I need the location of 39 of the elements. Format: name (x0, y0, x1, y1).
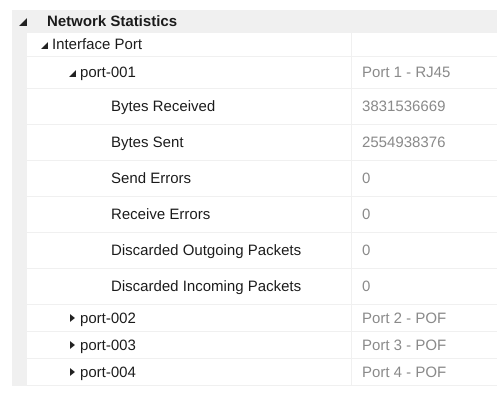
property-row[interactable]: Discarded Incoming Packets 0 (27, 269, 497, 305)
property-name[interactable]: port-004 (80, 364, 136, 380)
property-name[interactable]: Interface Port (52, 36, 142, 53)
property-value: 0 (362, 278, 370, 295)
property-row[interactable]: port-001 Port 1 - RJ45 (27, 57, 497, 89)
property-row[interactable]: Send Errors 0 (27, 161, 497, 197)
property-value: Port 3 - POF (362, 336, 446, 354)
collapse-icon[interactable] (41, 40, 48, 48)
property-name[interactable]: port-001 (80, 64, 136, 81)
property-value: 2554938376 (362, 134, 446, 151)
expand-icon[interactable] (69, 314, 76, 322)
property-row[interactable]: port-002 Port 2 - POF (27, 305, 497, 332)
property-row[interactable]: Bytes Sent 2554938376 (27, 125, 497, 161)
property-name[interactable]: Discarded Outgoing Packets (111, 242, 302, 259)
property-value: 0 (362, 170, 370, 187)
category-label: Network Statistics (47, 13, 178, 30)
property-value: 3831536669 (362, 98, 446, 115)
property-row[interactable]: Interface Port (27, 33, 497, 57)
property-name[interactable]: Bytes Sent (111, 134, 184, 151)
property-row[interactable]: port-003 Port 3 - POF (27, 332, 497, 359)
property-name[interactable]: Discarded Incoming Packets (111, 278, 302, 295)
property-row[interactable]: Bytes Received 3831536669 (27, 89, 497, 125)
collapse-icon[interactable] (69, 68, 76, 76)
property-name[interactable]: port-003 (80, 336, 136, 354)
expand-icon[interactable] (69, 341, 76, 349)
property-name[interactable]: Bytes Received (111, 98, 216, 115)
property-row[interactable]: Discarded Outgoing Packets 0 (27, 233, 497, 269)
collapse-icon[interactable] (19, 18, 27, 26)
expand-icon[interactable] (69, 368, 76, 376)
property-row[interactable]: port-004 Port 4 - POF (27, 359, 497, 386)
property-value: 0 (362, 242, 370, 259)
property-value: Port 4 - POF (362, 364, 446, 380)
property-value: 0 (362, 206, 370, 223)
property-name[interactable]: port-002 (80, 310, 136, 326)
property-value: Port 2 - POF (362, 310, 446, 326)
property-name[interactable]: Send Errors (111, 170, 192, 187)
property-name[interactable]: Receive Errors (111, 206, 210, 223)
property-row[interactable]: Receive Errors 0 (27, 197, 497, 233)
property-value: Port 1 - RJ45 (362, 64, 450, 81)
